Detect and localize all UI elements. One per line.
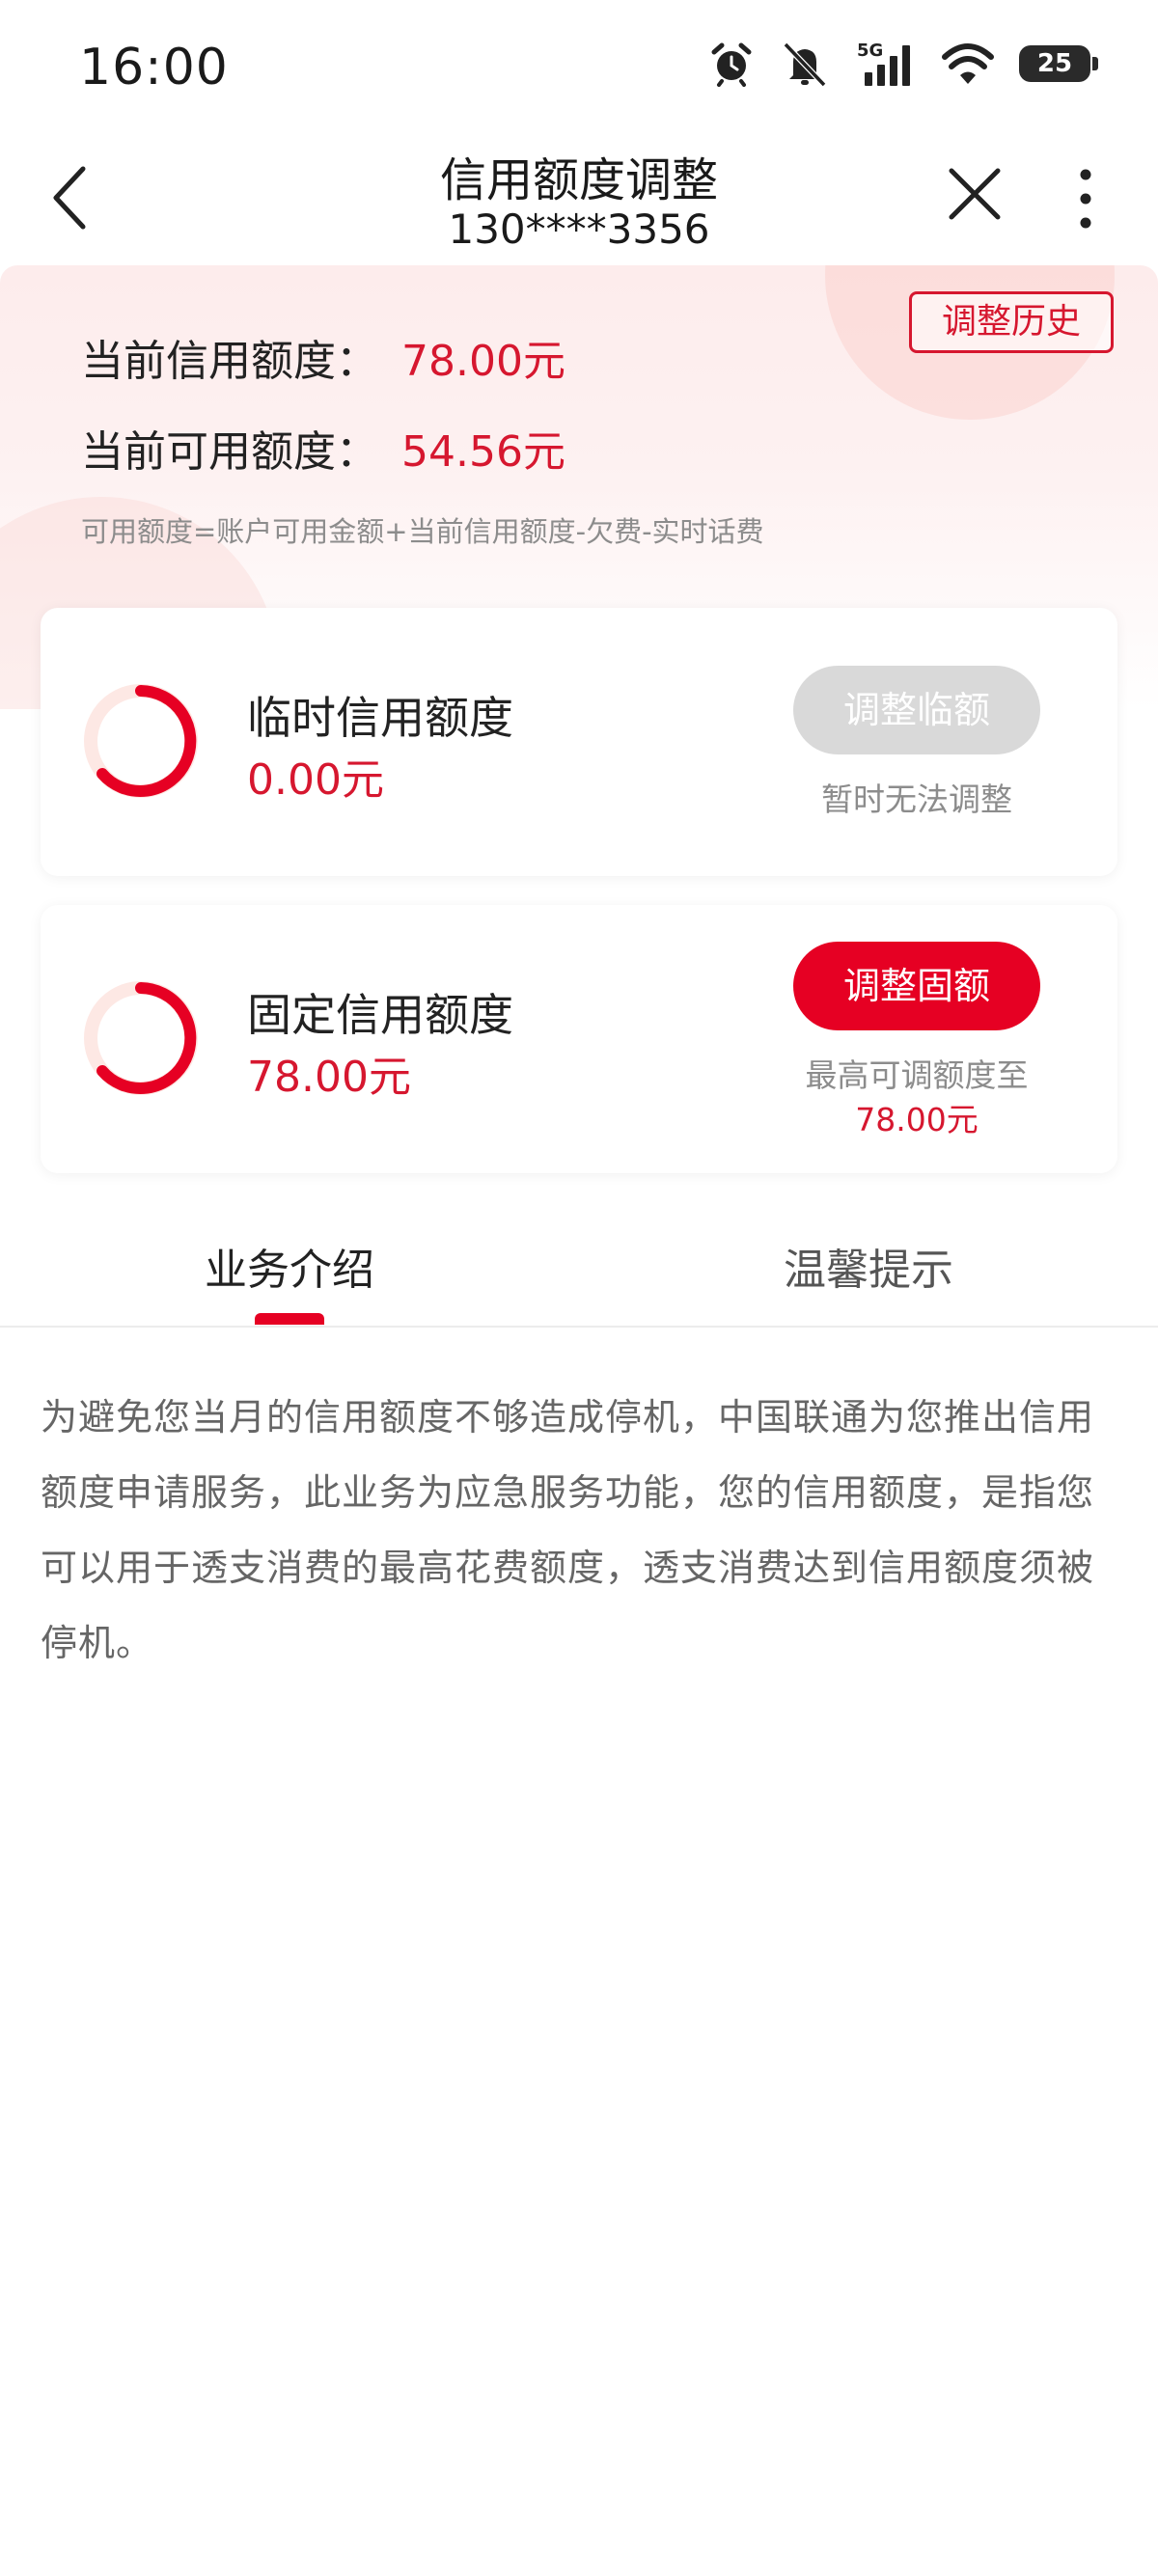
tab-business-intro[interactable]: 业务介绍 [205, 1235, 374, 1297]
wifi-icon [942, 43, 994, 84]
status-time: 16:00 [79, 39, 229, 96]
alarm-icon [711, 42, 752, 87]
available-credit-label: 当前可用额度： [81, 427, 378, 477]
battery-icon: 25 [1019, 45, 1098, 82]
network-label: 5G [857, 41, 883, 61]
progress-ring-icon [84, 684, 198, 798]
battery-level: 25 [1036, 49, 1073, 78]
tab-bar: 业务介绍 温馨提示 [0, 1196, 1158, 1328]
signal-5g-icon: 5G [857, 41, 910, 86]
fixed-credit-value: 78.00元 [247, 1053, 411, 1102]
available-credit-value: 54.56元 [401, 427, 565, 477]
available-credit-row: 当前可用额度： 54.56元 [81, 417, 565, 479]
max-adjust-note: 最高可调额度至 [805, 1056, 1029, 1094]
status-icons: 5G 25 [708, 35, 1098, 93]
adjust-temp-credit-button[interactable]: 调整临额 [793, 666, 1040, 754]
status-bar: 16:00 5G 25 [0, 0, 1158, 130]
current-credit-value: 78.00元 [401, 337, 565, 386]
progress-ring-icon [84, 981, 198, 1095]
current-credit-row: 当前信用额度： 78.00元 [81, 326, 565, 388]
close-icon[interactable] [946, 165, 1004, 223]
fixed-credit-card: 固定信用额度 78.00元 调整固额 最高可调额度至 78.00元 [41, 905, 1117, 1173]
business-intro-text: 为避免您当月的信用额度不够造成停机，中国联通为您推出信用额度申请服务，此业务为应… [41, 1396, 1095, 1664]
temp-credit-note: 暂时无法调整 [821, 781, 1012, 818]
adjust-history-button[interactable]: 调整历史 [909, 291, 1114, 353]
temp-credit-value: 0.00元 [247, 755, 384, 805]
more-icon[interactable] [1066, 167, 1105, 231]
current-credit-label: 当前信用额度： [81, 337, 378, 386]
adjust-fixed-credit-button[interactable]: 调整固额 [793, 942, 1040, 1030]
formula-note: 可用额度=账户可用金额+当前信用额度-欠费-实时话费 [81, 515, 764, 548]
temp-credit-title: 临时信用额度 [247, 692, 513, 744]
active-tab-indicator [255, 1313, 324, 1325]
fixed-credit-title: 固定信用额度 [247, 989, 513, 1041]
max-adjust-value: 78.00元 [855, 1101, 979, 1138]
mute-bell-icon [783, 41, 827, 87]
nav-bar: 信用额度调整 130****3356 [0, 130, 1158, 265]
temp-credit-card: 临时信用额度 0.00元 调整临额 暂时无法调整 [41, 608, 1117, 876]
tab-warm-tips[interactable]: 温馨提示 [784, 1235, 953, 1297]
